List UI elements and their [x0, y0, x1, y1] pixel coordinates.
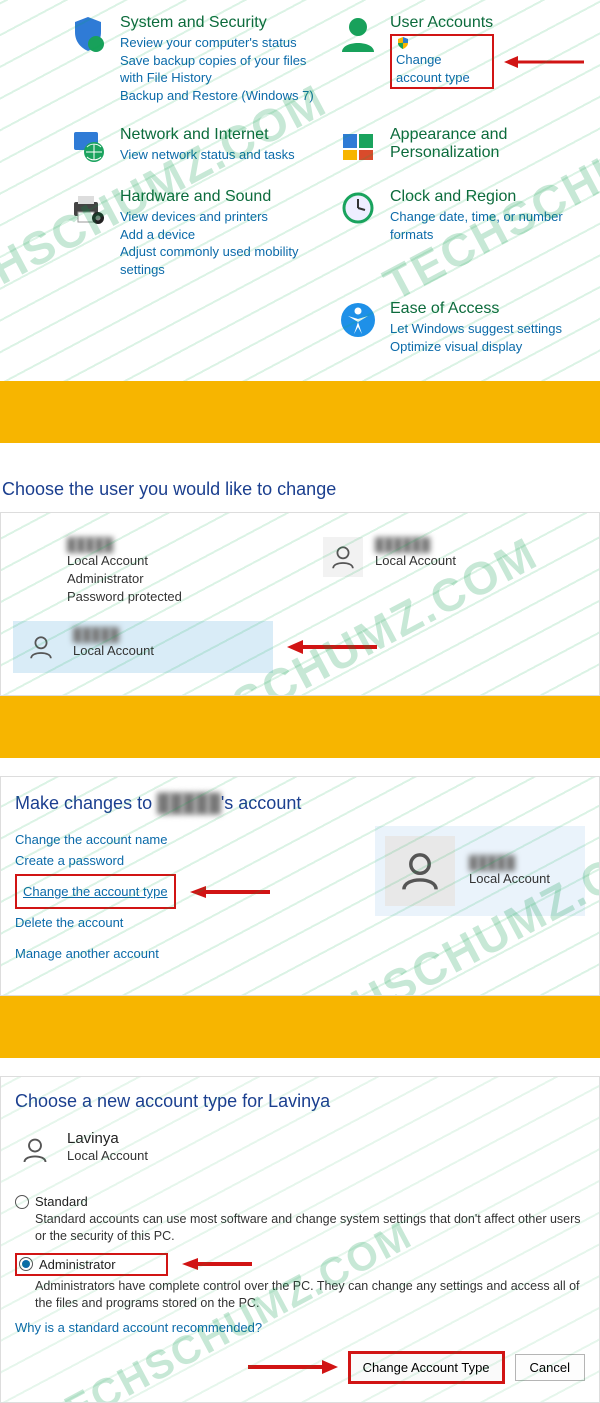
category-title[interactable]: System and Security [120, 14, 314, 32]
category-link[interactable]: Let Windows suggest settings [390, 320, 584, 338]
user-line: Local Account [73, 642, 154, 660]
admin-desc: Administrators have complete control ove… [35, 1278, 585, 1312]
arrow-annotation [504, 54, 584, 70]
category-hardware-sound[interactable]: Hardware and Sound View devices and prin… [60, 180, 320, 288]
radio-icon[interactable] [15, 1195, 29, 1209]
arrow-annotation [182, 1256, 252, 1272]
user-tile: Lavinya Local Account [15, 1124, 585, 1176]
user-card: █████ Local Account [375, 826, 585, 916]
user-name-blurred: █████ [67, 537, 182, 552]
category-system-security[interactable]: System and Security Review your computer… [60, 6, 320, 114]
link-create-password[interactable]: Create a password [15, 853, 345, 868]
user-name-blurred: █████ [73, 627, 154, 642]
avatar-icon [323, 537, 363, 577]
link-manage-another-account[interactable]: Manage another account [15, 946, 345, 961]
highlight-administrator: Administrator [15, 1253, 168, 1276]
user-line: Local Account [375, 552, 456, 570]
globe-icon [66, 126, 110, 166]
link-change-account-type[interactable]: Change account type [396, 51, 488, 86]
category-title[interactable]: Appearance and Personalization [390, 126, 584, 162]
category-link[interactable]: View devices and printers [120, 208, 314, 226]
category-link[interactable]: Add a device [120, 226, 314, 244]
category-title[interactable]: Hardware and Sound [120, 188, 314, 206]
link-why-standard[interactable]: Why is a standard account recommended? [15, 1320, 262, 1335]
user-name-blurred: █████ [469, 855, 550, 870]
user-tile[interactable]: █████ Local Account Administrator Passwo… [59, 531, 285, 611]
user-tile-selected[interactable]: █████ Local Account [13, 621, 273, 673]
uac-shield-icon [396, 36, 410, 50]
radio-standard[interactable]: Standard [15, 1194, 585, 1209]
choose-user-title: Choose the user you would like to change [0, 461, 600, 512]
arrow-annotation [248, 1358, 338, 1376]
user-tile[interactable]: ██████ Local Account [315, 531, 587, 611]
category-link[interactable]: Change date, time, or number formats [390, 208, 584, 243]
category-network-internet[interactable]: Network and Internet View network status… [60, 118, 320, 176]
category-clock-region[interactable]: Clock and Region Change date, time, or n… [330, 180, 590, 288]
clock-icon [336, 188, 380, 278]
person-icon [336, 14, 380, 104]
category-link[interactable]: View network status and tasks [120, 146, 314, 164]
make-changes-title: Make changes to █████'s account [15, 793, 585, 814]
category-appearance[interactable]: Appearance and Personalization [330, 118, 590, 176]
user-name: Lavinya [67, 1130, 148, 1147]
radio-administrator[interactable]: Administrator [19, 1257, 116, 1272]
category-link[interactable]: Save backup copies of your files with Fi… [120, 52, 314, 87]
category-link[interactable]: Optimize visual display [390, 338, 584, 356]
divider [0, 696, 600, 758]
highlight-change-account-type: Change account type [390, 34, 494, 89]
category-user-accounts[interactable]: User Accounts Change account type [330, 6, 590, 114]
user-name-blurred: ██████ [375, 537, 456, 552]
category-title[interactable]: Clock and Region [390, 188, 584, 206]
user-line: Password protected [67, 588, 182, 606]
category-link[interactable]: Adjust commonly used mobility settings [120, 243, 314, 278]
category-link[interactable]: Backup and Restore (Windows 7) [120, 87, 314, 105]
change-account-type-button[interactable]: Change Account Type [348, 1351, 505, 1384]
choose-user-panel: TECHSCHUMZ.COM █████ Local Account Admin… [0, 512, 600, 696]
control-panel-categories: TECHSCHUMZ.COM TECHSCHUMZ.COM System and… [0, 0, 600, 381]
user-line: Local Account [469, 870, 550, 888]
cancel-button[interactable]: Cancel [515, 1354, 585, 1381]
link-delete-account[interactable]: Delete the account [15, 915, 345, 930]
appearance-icon [336, 126, 380, 166]
radio-label: Administrator [39, 1257, 116, 1272]
user-line: Local Account [67, 552, 182, 570]
choose-account-type-panel: TECHSCHUMZ.COM Choose a new account type… [0, 1076, 600, 1403]
category-title[interactable]: Ease of Access [390, 300, 584, 318]
user-line: Administrator [67, 570, 182, 588]
category-ease-of-access[interactable]: Ease of Access Let Windows suggest setti… [330, 292, 590, 365]
arrow-annotation [287, 638, 377, 656]
divider [0, 996, 600, 1058]
avatar-icon [21, 627, 61, 667]
highlight-change-account-type: Change the account type [15, 874, 176, 909]
category-link[interactable]: Review your computer's status [120, 34, 314, 52]
printer-icon [66, 188, 110, 278]
category-title[interactable]: Network and Internet [120, 126, 314, 144]
avatar-icon [15, 1130, 55, 1170]
link-change-account-name[interactable]: Change the account name [15, 832, 345, 847]
accessibility-icon [336, 300, 380, 355]
radio-label: Standard [35, 1194, 88, 1209]
link-change-account-type[interactable]: Change the account type [23, 884, 168, 899]
user-line: Local Account [67, 1147, 148, 1165]
choose-type-title: Choose a new account type for Lavinya [15, 1091, 585, 1112]
standard-desc: Standard accounts can use most software … [35, 1211, 585, 1245]
arrow-annotation [190, 884, 270, 900]
avatar-icon [385, 836, 455, 906]
radio-icon[interactable] [19, 1257, 33, 1271]
category-title[interactable]: User Accounts [390, 14, 584, 32]
shield-icon [66, 14, 110, 104]
make-changes-panel: TECHSCHUMZ.COM Make changes to █████'s a… [0, 776, 600, 996]
divider [0, 381, 600, 443]
